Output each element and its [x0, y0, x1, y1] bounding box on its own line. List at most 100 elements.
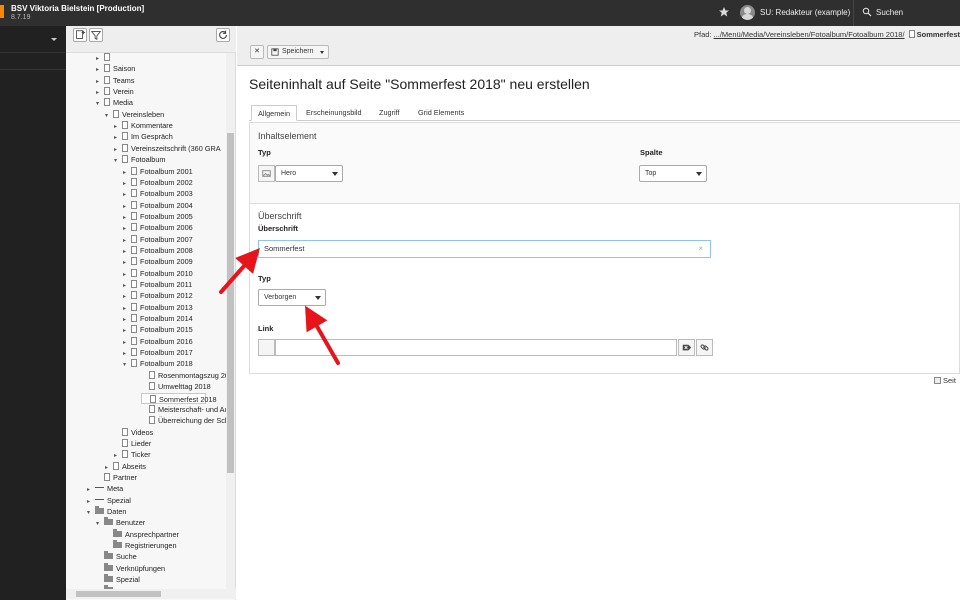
refresh-tree-button[interactable]	[216, 28, 230, 42]
tree-node[interactable]: ▸	[96, 53, 113, 63]
tree-node[interactable]: ▸ Fotoalbum 2006	[123, 222, 193, 233]
page-icon	[149, 404, 155, 413]
filter-button[interactable]	[89, 28, 103, 42]
content-type-select[interactable]: Hero	[275, 165, 343, 182]
tree-node[interactable]: ▾ Vereinsleben	[105, 109, 164, 120]
tree-node[interactable]: ▸ Meta	[87, 483, 123, 494]
page-icon	[131, 291, 137, 300]
tree-node[interactable]: Lieder	[114, 438, 151, 449]
tree-node[interactable]: ▸ Fotoalbum 2011	[123, 279, 192, 290]
toolbar-divider	[853, 0, 854, 26]
collapse-toggle-icon[interactable]: ▾	[87, 508, 95, 519]
tree-node[interactable]: ▸ Fotoalbum 2015	[123, 324, 193, 335]
tree-node[interactable]: ▾ Fotoalbum 2018	[123, 358, 193, 369]
tree-node[interactable]: ▸ Fotoalbum 2016	[123, 336, 193, 347]
tree-node[interactable]: Überreichung der Sch	[141, 415, 226, 426]
tree-node-label: Fotoalbum 2010	[140, 268, 193, 278]
tree-node-label: Fotoalbum 2005	[140, 211, 193, 221]
search-icon[interactable]	[862, 7, 872, 17]
tree-node[interactable]: ▸ Kommentare	[114, 120, 173, 131]
link-clear-button[interactable]	[678, 339, 695, 356]
tree-node-label: Umwelttag 2018	[158, 382, 211, 392]
version-label: 8.7.19	[11, 14, 31, 21]
user-menu[interactable]: SU: Redakteur (example)	[760, 8, 850, 17]
tree-node[interactable]: Ansprechpartner	[105, 528, 179, 540]
tree-node[interactable]: ▸ Fotoalbum 2004	[123, 200, 193, 211]
header-type-select[interactable]: Verborgen	[258, 289, 326, 306]
bookmark-star-icon[interactable]	[718, 6, 730, 18]
tree-node[interactable]: Sommerfest 2018	[141, 392, 217, 404]
typo3-logo[interactable]	[0, 5, 4, 18]
tree-node[interactable]: ▸ Fotoalbum 2005	[123, 211, 193, 222]
collapse-toggle-icon[interactable]: ▾	[114, 156, 122, 167]
tree-node[interactable]: ▸ Ticker	[114, 449, 151, 460]
chevron-down-icon[interactable]	[320, 51, 324, 54]
tab-zugriff[interactable]: Zugriff	[373, 105, 406, 121]
save-button[interactable]: Speichern	[267, 45, 329, 59]
info-icon	[934, 377, 941, 384]
tree-node[interactable]: ▸ Spezial	[87, 495, 131, 506]
tree-node[interactable]: ▸ Fotoalbum 2009	[123, 256, 193, 267]
module-menu-item[interactable]	[0, 53, 66, 70]
tree-node[interactable]: Registrierungen	[105, 540, 177, 551]
link-browser-button[interactable]	[696, 339, 713, 356]
header-input[interactable]: Sommerfest ×	[258, 240, 711, 258]
tree-node[interactable]: ▸ Fotoalbum 2012	[123, 290, 193, 301]
tree-node[interactable]: ▾ Fotoalbum	[114, 154, 165, 165]
tree-node[interactable]: ▾ Daten	[87, 506, 126, 517]
tree-node[interactable]: ▸ Verein	[96, 86, 134, 97]
tree-node[interactable]: ▸ Fotoalbum 2003	[123, 188, 193, 199]
tree-vertical-scrollbar[interactable]	[226, 53, 235, 589]
tree-node[interactable]: Partner	[96, 472, 137, 483]
tree-node[interactable]: ▸ Fotoalbum 2014	[123, 313, 193, 324]
search-label[interactable]: Suchen	[876, 8, 903, 17]
user-avatar[interactable]	[740, 5, 755, 20]
path-link[interactable]: .../Menü/Media/Vereinsleben/Fotoalbum/Fo…	[714, 30, 905, 39]
collapse-toggle-icon[interactable]: ▾	[96, 519, 104, 530]
tree-node[interactable]: ▾ Benutzer	[96, 517, 145, 528]
link-input[interactable]	[275, 339, 677, 356]
tree-node[interactable]: ▸ Fotoalbum 2001	[123, 166, 193, 177]
tab-grid-elements[interactable]: Grid Elements	[412, 105, 470, 121]
tree-node-label: Ticker	[131, 450, 151, 460]
new-page-button[interactable]	[73, 28, 87, 42]
tree-node[interactable]: Umwelttag 2018	[141, 381, 211, 392]
tree-node[interactable]: Rosenmontagszug 20	[141, 370, 226, 381]
collapse-toggle-icon[interactable]: ▾	[123, 360, 131, 371]
tree-node[interactable]: ▸ Fotoalbum 2010	[123, 268, 193, 279]
collapse-toggle-icon[interactable]: ▾	[96, 99, 104, 110]
tree-node[interactable]: Spezial	[96, 574, 140, 585]
close-button[interactable]: ✕	[250, 45, 264, 59]
tree-node[interactable]: Suche	[96, 551, 137, 562]
tree-node[interactable]: ▸ Vereinszeitschrift (360 GRA	[114, 143, 221, 154]
tab-erscheinungsbild[interactable]: Erscheinungsbild	[300, 105, 368, 121]
scrollbar-thumb[interactable]	[227, 133, 234, 473]
scrollbar-thumb[interactable]	[76, 591, 161, 597]
tab-allgemein[interactable]: Allgemein	[251, 105, 298, 121]
tree-node[interactable]: Verknüpfungen	[96, 562, 166, 574]
tree-node[interactable]: ▸ Fotoalbum 2008	[123, 245, 193, 256]
tree-node[interactable]: ▸ Saison	[96, 63, 135, 74]
header-value: Sommerfest	[264, 244, 305, 253]
clear-icon[interactable]: ×	[698, 241, 703, 257]
tree-node-label: Verknüpfungen	[116, 563, 166, 573]
tree-node-label: Vereinsleben	[122, 109, 165, 119]
tree-node-label: Sommerfest 2018	[159, 394, 217, 404]
tree-node[interactable]: ▸ Fotoalbum 2017	[123, 347, 193, 358]
tree-node[interactable]: ▾ Media	[96, 97, 133, 108]
tree-horizontal-scrollbar[interactable]	[66, 589, 236, 599]
tree-node[interactable]: ▸ Abseits	[105, 461, 146, 472]
tree-node[interactable]: ▸ Fotoalbum 2013	[123, 302, 193, 313]
page-icon	[150, 394, 156, 403]
tree-node[interactable]: Meisterschaft- und Au	[141, 404, 226, 415]
tree-node[interactable]: Videos	[114, 427, 153, 438]
tree-node[interactable]: ▸ Fotoalbum 2002	[123, 177, 193, 188]
collapse-toggle-icon[interactable]: ▾	[105, 111, 113, 122]
tree-node[interactable]: ▸ Im Gespräch	[114, 131, 173, 142]
tree-node[interactable]: ▸ Fotoalbum 2007	[123, 234, 193, 245]
tree-node-label: Daten	[107, 507, 127, 516]
tree-node[interactable]: ▸ Teams	[96, 75, 135, 86]
module-menu-group[interactable]	[0, 26, 66, 53]
tree-node-label: Vereinszeitschrift (360 GRA	[131, 143, 221, 153]
column-select[interactable]: Top	[639, 165, 707, 182]
